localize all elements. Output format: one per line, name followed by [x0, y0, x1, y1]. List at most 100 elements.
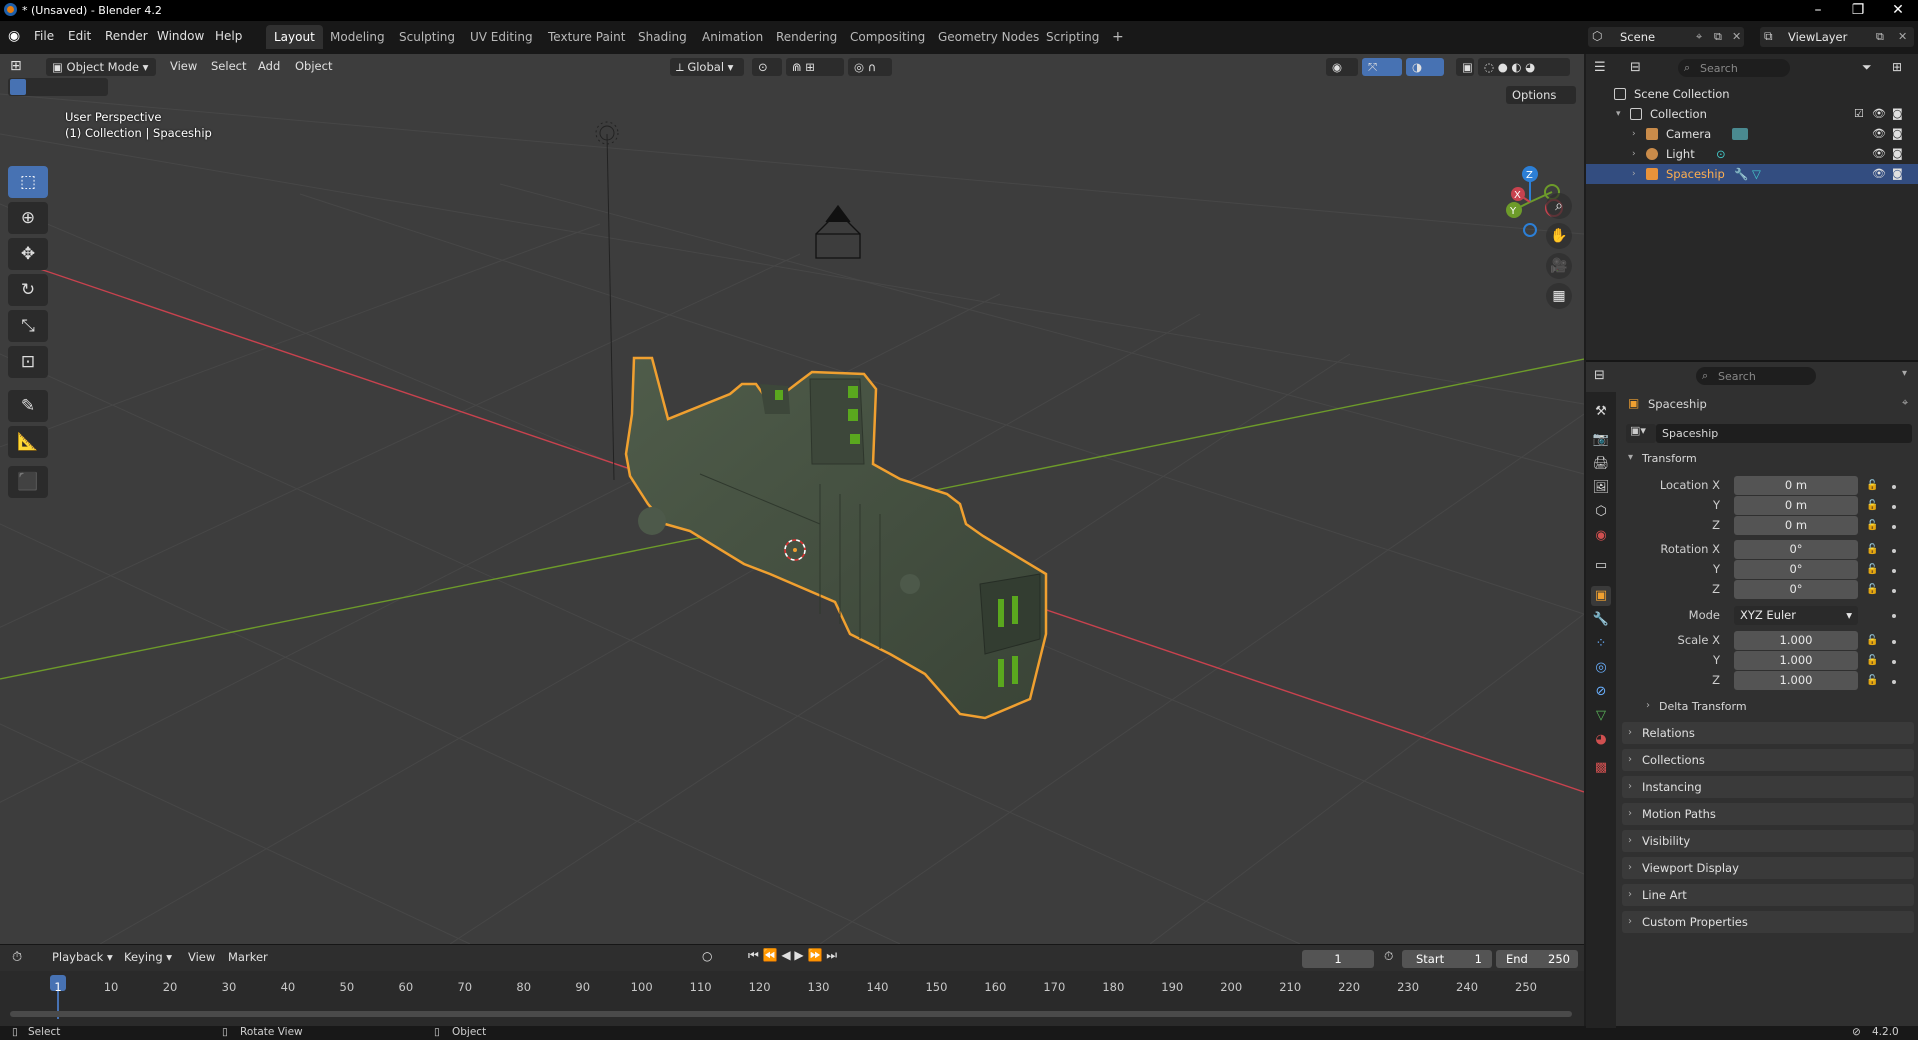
- annotate-tool-icon[interactable]: ✎: [8, 390, 48, 422]
- eye-icon[interactable]: 👁: [1872, 104, 1886, 124]
- tab-texture-paint[interactable]: Texture Paint: [540, 25, 633, 49]
- keyframe-dot[interactable]: [1892, 589, 1896, 593]
- properties-editor-type-icon[interactable]: ⊟: [1594, 368, 1605, 383]
- tab-scripting[interactable]: Scripting: [1038, 25, 1107, 49]
- select-box-tool-icon[interactable]: ⬚: [8, 166, 48, 198]
- rotate-tool-icon[interactable]: ↻: [8, 274, 48, 306]
- collection-tab-icon[interactable]: ▭: [1591, 556, 1611, 576]
- panel-relations[interactable]: › Relations: [1622, 722, 1914, 744]
- view-layer-selector[interactable]: ⧉ ViewLayer ⧉ ✕: [1760, 27, 1914, 47]
- timeline-editor-type-icon[interactable]: ⏱: [12, 950, 22, 965]
- output-tab-icon[interactable]: 🖨: [1591, 454, 1611, 474]
- 3d-viewport[interactable]: ⊞ ▣ Object Mode ▾ View Select Add Object…: [0, 54, 1584, 944]
- outliner-search-input[interactable]: ⌕ Search: [1678, 59, 1790, 77]
- lock-icon[interactable]: 🔓: [1866, 544, 1878, 555]
- menu-render[interactable]: Render: [105, 29, 148, 43]
- minimize-button[interactable]: –: [1798, 0, 1838, 21]
- transform-tool-icon[interactable]: ⊡: [8, 346, 48, 378]
- viewport-menu-select[interactable]: Select: [211, 59, 246, 73]
- particles-tab-icon[interactable]: ⁘: [1591, 634, 1611, 654]
- tool-tab-icon[interactable]: ⚒: [1591, 402, 1611, 422]
- pivot-point-icon[interactable]: ⊙: [752, 58, 782, 76]
- xray-toggle-icon[interactable]: ▣: [1456, 58, 1474, 76]
- delta-transform-subpanel[interactable]: Delta Transform: [1659, 700, 1747, 713]
- properties-search-input[interactable]: ⌕ Search: [1696, 367, 1816, 385]
- eye-icon[interactable]: 👁: [1872, 164, 1886, 184]
- menu-help[interactable]: Help: [215, 29, 242, 43]
- clock-icon[interactable]: ⏱: [1384, 949, 1393, 964]
- scale-x-field[interactable]: 1.000: [1734, 631, 1858, 650]
- tab-uv-editing[interactable]: UV Editing: [462, 25, 541, 49]
- object-tab-icon[interactable]: ▣: [1591, 586, 1611, 606]
- location-y-field[interactable]: 0 m: [1734, 496, 1858, 515]
- scene-selector[interactable]: ⬡ Scene ⌖ ⧉ ✕: [1588, 27, 1744, 47]
- outliner-row-camera[interactable]: › Camera 👁 ◙: [1586, 124, 1918, 144]
- material-tab-icon[interactable]: ◕: [1591, 730, 1611, 750]
- tab-compositing[interactable]: Compositing: [842, 25, 933, 49]
- viewport-menu-add[interactable]: Add: [258, 59, 280, 73]
- new-view-layer-icon[interactable]: ⧉: [1876, 30, 1884, 44]
- lock-icon[interactable]: 🔓: [1866, 500, 1878, 511]
- object-name-field[interactable]: Spaceship: [1656, 424, 1912, 443]
- end-frame-field[interactable]: End 250: [1496, 950, 1578, 968]
- pin-icon[interactable]: ⌖: [1902, 396, 1908, 410]
- overlays-toggle-icon[interactable]: ◑: [1406, 58, 1444, 76]
- panel-instancing[interactable]: › Instancing: [1622, 776, 1914, 798]
- editor-type-icon[interactable]: ⊞: [10, 58, 22, 74]
- lock-icon[interactable]: 🔓: [1866, 480, 1878, 491]
- scale-y-field[interactable]: 1.000: [1734, 651, 1858, 670]
- new-collection-icon[interactable]: ⊞: [1892, 60, 1902, 74]
- tab-modeling[interactable]: Modeling: [322, 25, 393, 49]
- chevron-right-icon[interactable]: ›: [1632, 144, 1636, 164]
- menu-edit[interactable]: Edit: [68, 29, 91, 43]
- shading-modes[interactable]: ◌ ● ◐ ◕: [1478, 58, 1570, 76]
- location-z-field[interactable]: 0 m: [1734, 516, 1858, 535]
- current-frame-field[interactable]: 1: [1302, 950, 1374, 968]
- rotation-z-field[interactable]: 0°: [1734, 580, 1858, 599]
- start-frame-field[interactable]: Start 1: [1402, 950, 1492, 968]
- move-tool-icon[interactable]: ✥: [8, 238, 48, 270]
- chevron-down-icon[interactable]: ▾: [1616, 104, 1621, 124]
- chevron-down-icon[interactable]: ▾: [1628, 452, 1633, 463]
- snap-icon[interactable]: ⋒ ⊞: [786, 58, 844, 76]
- checkbox-icon[interactable]: ☑: [1854, 104, 1864, 124]
- keyframe-dot[interactable]: [1892, 525, 1896, 529]
- display-mode-icon[interactable]: ⊟: [1630, 60, 1641, 75]
- tab-geometry-nodes[interactable]: Geometry Nodes: [930, 25, 1047, 49]
- physics-tab-icon[interactable]: ◎: [1591, 658, 1611, 678]
- selection-mode-buttons[interactable]: [8, 78, 108, 96]
- keyframe-dot[interactable]: [1892, 640, 1896, 644]
- camera-view-icon[interactable]: 🎥: [1546, 253, 1572, 279]
- tab-animation[interactable]: Animation: [694, 25, 771, 49]
- transform-panel-header[interactable]: Transform: [1642, 452, 1697, 465]
- mode-dropdown[interactable]: ▣ Object Mode ▾: [46, 58, 156, 76]
- camera-render-icon[interactable]: ◙: [1892, 144, 1903, 164]
- modifier-tab-icon[interactable]: 🔧: [1591, 610, 1611, 630]
- keyframe-dot[interactable]: [1892, 660, 1896, 664]
- timeline-menu-keying[interactable]: Keying ▾: [124, 950, 172, 964]
- camera-render-icon[interactable]: ◙: [1892, 104, 1903, 124]
- transform-orientation-dropdown[interactable]: ⟂ Global ▾: [670, 58, 744, 76]
- tab-sculpting[interactable]: Sculpting: [391, 25, 463, 49]
- measure-tool-icon[interactable]: 📐: [8, 426, 48, 458]
- tab-rendering[interactable]: Rendering: [768, 25, 845, 49]
- outliner-row-scene-collection[interactable]: Scene Collection: [1586, 84, 1918, 104]
- add-cube-tool-icon[interactable]: ⬛: [8, 466, 48, 498]
- rotation-y-field[interactable]: 0°: [1734, 560, 1858, 579]
- data-tab-icon[interactable]: ▽: [1591, 706, 1611, 726]
- panel-collections[interactable]: › Collections: [1622, 749, 1914, 771]
- scene-tab-icon[interactable]: ⬡: [1591, 502, 1611, 522]
- world-tab-icon[interactable]: ◉: [1591, 526, 1611, 546]
- new-scene-icon[interactable]: ⧉: [1714, 30, 1722, 44]
- cursor-tool-icon[interactable]: ⊕: [8, 202, 48, 234]
- render-tab-icon[interactable]: 📷: [1591, 430, 1611, 450]
- lock-icon[interactable]: 🔓: [1866, 564, 1878, 575]
- gizmo-toggle-icon[interactable]: ⤧: [1362, 58, 1402, 76]
- playback-controls[interactable]: ⏮ ⏪ ◀ ▶ ⏩ ⏭: [748, 948, 837, 963]
- scale-z-field[interactable]: 1.000: [1734, 671, 1858, 690]
- delete-scene-icon[interactable]: ✕: [1732, 30, 1741, 43]
- panel-motion-paths[interactable]: › Motion Paths: [1622, 803, 1914, 825]
- proportional-edit-icon[interactable]: ◎ ∩: [848, 58, 892, 76]
- tab-shading[interactable]: Shading: [630, 25, 695, 49]
- blender-menu-icon[interactable]: ◉: [8, 28, 20, 44]
